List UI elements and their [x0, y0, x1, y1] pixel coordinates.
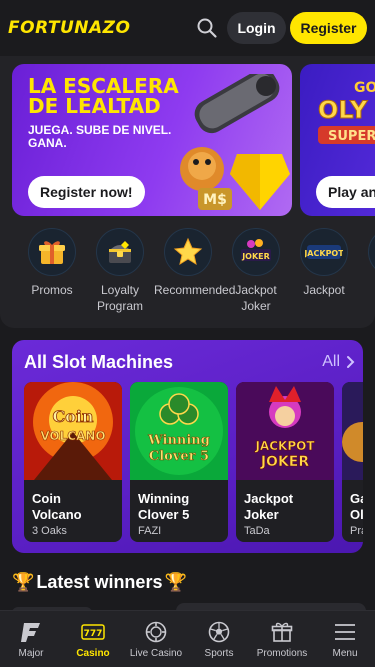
banner2-art-text-1: GOL — [354, 80, 375, 96]
bottom-navigation: Major 777 Casino Live Casino Sports Prom… — [0, 610, 375, 667]
category-promos[interactable]: Promos — [18, 228, 86, 298]
play-and-button[interactable]: Play and — [316, 176, 375, 208]
coin-volcano-thumbnail: Coin VOLCANO — [24, 382, 122, 480]
latest-winners-title: Latest winners — [36, 572, 163, 592]
latest-winners-heading: 🏆 Latest winners 🏆 — [12, 572, 187, 593]
category-label: Recommended — [154, 283, 236, 297]
jackpot-logo: JACKPOT — [300, 228, 348, 276]
category-label: Jackpot — [303, 283, 345, 297]
nav-menu[interactable]: Menu — [314, 611, 375, 667]
slot-777-icon: 777 — [80, 620, 106, 644]
coin-volcano-art-text-1: Coin — [52, 407, 93, 426]
section-title: All Slot Machines — [24, 352, 174, 372]
casino-chip-icon — [143, 620, 169, 644]
nav-casino[interactable]: 777 Casino — [62, 611, 124, 667]
jackpot-joker-thumbnail: JACKPOT JOKER — [236, 382, 334, 480]
gift-box-icon — [269, 620, 295, 644]
jackpot-joker-art-text-2: JOKER — [260, 454, 310, 470]
game-provider: TaDa — [244, 525, 270, 537]
treasure-chest-icon — [96, 228, 144, 276]
see-all-label: All — [322, 353, 340, 370]
category-label: Jackpot Joker — [235, 283, 277, 313]
hamburger-menu-icon — [332, 620, 358, 644]
fortunazo-logo[interactable]: FORTUNAZO — [8, 18, 130, 38]
game-name: Winning Clover 5 — [138, 491, 190, 522]
game-card-jackpot-joker[interactable]: JACKPOT JOKER Jackpot Joker TaDa — [236, 382, 334, 542]
category-partial[interactable]: CC — [358, 228, 375, 314]
banner2-art-text-3: SUPER — [328, 129, 375, 144]
game-card-coin-volcano[interactable]: Coin VOLCANO Coin Volcano 3 Oaks — [24, 382, 122, 542]
category-recommended[interactable]: Recommended — [154, 228, 236, 298]
category-jackpot[interactable]: JACKPOT Jackpot — [290, 228, 358, 298]
svg-text:777: 777 — [84, 629, 103, 639]
nav-label: Major — [18, 648, 44, 659]
game-card-winning-clover-5[interactable]: Winning Clover 5 Winning Clover 5 FAZI — [130, 382, 228, 542]
chevron-right-icon — [347, 356, 355, 368]
olympus-banner[interactable]: GOL OLY SUPER Play and — [300, 64, 375, 216]
winning-clover-thumbnail: Winning Clover 5 — [130, 382, 228, 480]
money-bag-text: M$ — [203, 192, 227, 208]
game-name: Jackpot Joker — [244, 491, 294, 522]
gates-of-olympus-thumbnail — [342, 382, 363, 480]
nav-label: Casino — [76, 648, 110, 659]
search-icon[interactable] — [196, 17, 218, 39]
slot-machines-section: All Slot Machines All Coin VOLCANO Coin … — [12, 340, 363, 553]
cannon-tiger-illustration: M$ — [180, 74, 290, 210]
coin-volcano-art-text-2: VOLCANO — [40, 429, 105, 443]
category-icon — [368, 228, 375, 276]
category-label: CC — [358, 282, 375, 314]
casino-page: FORTUNAZO Login Register LA ESCALERA DE … — [0, 0, 375, 667]
top-header: FORTUNAZO Login Register — [0, 0, 375, 56]
jackpot-joker-art-text-1: JACKPOT — [254, 439, 315, 453]
trophy-icon: 🏆 — [164, 572, 187, 592]
game-name: Coin Volcano — [32, 491, 82, 522]
see-all-link[interactable]: All — [322, 353, 355, 371]
banner2-art-text-2: OLY — [318, 96, 368, 124]
soccer-ball-icon — [206, 620, 232, 644]
nav-major[interactable]: Major — [0, 611, 62, 667]
nav-sports[interactable]: Sports — [188, 611, 250, 667]
category-label: Loyalty Program — [96, 283, 143, 313]
nav-label: Sports — [204, 648, 234, 659]
nav-label: Promotions — [256, 648, 308, 659]
gift-icon — [28, 228, 76, 276]
star-icon — [164, 228, 212, 276]
winning-clover-art-text-1: Winning — [147, 433, 210, 448]
nav-live-casino[interactable]: Live Casino — [125, 611, 187, 667]
jackpot-joker-logo: JOKER — [232, 228, 280, 276]
nav-promotions[interactable]: Promotions — [251, 611, 313, 667]
olympus-logo-art: GOL OLY SUPER — [318, 80, 375, 144]
category-row: Promos Loyalty Program Recommended JOKER… — [0, 226, 375, 318]
game-provider: 3 Oaks — [32, 525, 67, 537]
game-provider: Prag — [350, 525, 363, 537]
register-now-button[interactable]: Register now! — [28, 176, 145, 208]
category-label: Promos — [31, 283, 73, 297]
promo-panel: LA ESCALERA DE LEALTAD JUEGA. SUBE DE NI… — [0, 56, 375, 328]
winning-clover-art-text-2: Clover 5 — [149, 449, 209, 464]
game-name: Gates of Olym — [350, 491, 363, 522]
jackpot-joker-logo-text: JOKER — [241, 252, 270, 261]
loyalty-banner[interactable]: LA ESCALERA DE LEALTAD JUEGA. SUBE DE NI… — [12, 64, 292, 216]
game-provider: FAZI — [138, 525, 162, 537]
login-button[interactable]: Login — [227, 12, 286, 44]
trophy-icon: 🏆 — [12, 572, 35, 592]
nav-label: Menu — [332, 648, 358, 659]
fortunazo-f-icon — [18, 620, 44, 644]
register-button[interactable]: Register — [290, 12, 367, 44]
category-jackpot-joker[interactable]: JOKER Jackpot Joker — [222, 228, 290, 314]
category-loyalty-program[interactable]: Loyalty Program — [86, 228, 154, 314]
jackpot-logo-text: JACKPOT — [305, 249, 343, 258]
nav-label: Live Casino — [129, 648, 183, 659]
game-card-gates-of-olympus[interactable]: Gates of Olym Prag — [342, 382, 363, 542]
